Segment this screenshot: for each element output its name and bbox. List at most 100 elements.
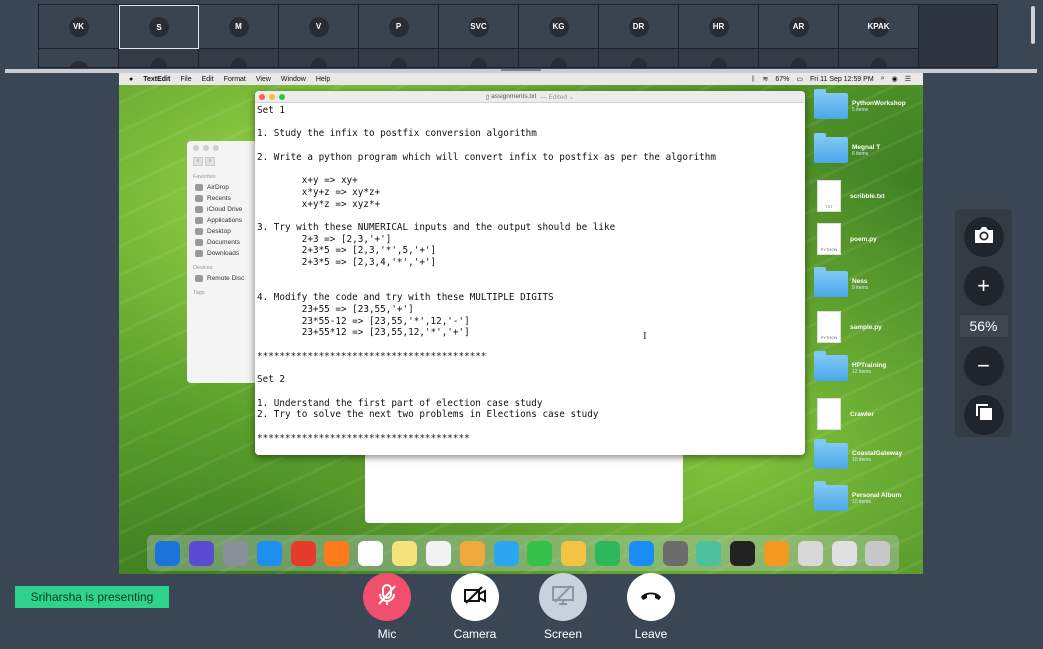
- applications-icon: [195, 217, 203, 224]
- dock-app-icon: [662, 540, 688, 566]
- dock-app-icon: [290, 540, 316, 566]
- background-document-window: [365, 453, 683, 523]
- screen-control[interactable]: Screen: [523, 573, 603, 641]
- desktop-item-label: poem.py: [850, 235, 877, 243]
- dock-app-icon: [628, 540, 654, 566]
- dock-app-icon: [223, 540, 249, 566]
- forward-icon: ›: [205, 157, 215, 166]
- desktop-item-label: sample.py: [850, 323, 882, 331]
- zoom-in-button[interactable]: +: [963, 266, 1004, 306]
- folder-icon: [814, 481, 848, 511]
- desktop-item-label: HPTraining: [852, 361, 887, 369]
- desktop-item-count: 9 items: [852, 284, 869, 291]
- participant-tile-next-row[interactable]: [679, 49, 759, 67]
- file-icon: PYTHON: [817, 223, 841, 255]
- desktop-item-count: 10 items: [852, 498, 871, 505]
- dock-app-icon: [425, 540, 451, 566]
- battery-icon: ▭: [796, 76, 803, 83]
- battery-percent: 67%: [775, 75, 790, 83]
- textedit-titlebar: ▯ assignments.txt — Edited ⌄: [255, 91, 805, 103]
- participant-tile-next-row[interactable]: [519, 49, 599, 67]
- screen-share-off-icon: [551, 584, 575, 610]
- screen-share-button[interactable]: [539, 573, 587, 621]
- textedit-window: ▯ assignments.txt — Edited ⌄ Set 1 1. St…: [255, 91, 805, 455]
- dock-app-icon: [324, 540, 350, 566]
- menu-help: Help: [315, 75, 331, 83]
- participant-avatar: HR: [708, 16, 729, 37]
- screen-label: Screen: [543, 627, 583, 641]
- bluetooth-icon: ᛒ: [751, 75, 756, 83]
- participant-tile-next-row[interactable]: [599, 49, 679, 67]
- mic-control[interactable]: Mic: [347, 573, 427, 641]
- desktop-item: CoastalGateway 10 items: [814, 439, 903, 469]
- mac-dock: [147, 535, 899, 571]
- back-icon: ‹: [193, 157, 203, 166]
- dock-app-icon: [189, 540, 215, 566]
- documents-icon: [195, 239, 203, 246]
- call-controls: Mic Camera Screen Leave: [0, 572, 1043, 649]
- participant-strip-scrollbar[interactable]: [1031, 6, 1035, 44]
- fit-screen-button[interactable]: [963, 395, 1004, 435]
- document-edited-state: — Edited ⌄: [540, 93, 575, 101]
- participant-tile[interactable]: A: [39, 49, 119, 67]
- wifi-icon: ≋: [762, 76, 769, 83]
- participant-tile[interactable]: M: [199, 5, 279, 49]
- participant-tile-next-row[interactable]: [119, 49, 199, 67]
- screenshot-button[interactable]: [963, 217, 1004, 257]
- desktop-item-label: CoastalGateway: [852, 449, 903, 457]
- participant-tile[interactable]: KG: [519, 5, 599, 49]
- participant-tile-next-row[interactable]: [439, 49, 519, 67]
- text-cursor-icon: I: [643, 330, 647, 342]
- participant-avatar: [310, 57, 327, 67]
- camera-control[interactable]: Camera: [435, 573, 515, 641]
- participant-avatar: V: [308, 16, 329, 37]
- participant-tile[interactable]: V: [279, 5, 359, 49]
- zoom-level: 56%: [959, 315, 1008, 337]
- participant-tile[interactable]: SVC: [439, 5, 519, 49]
- leave-control[interactable]: Leave: [611, 573, 691, 641]
- copy-layers-icon: [974, 402, 994, 428]
- dock-app-icon: [594, 540, 620, 566]
- window-minimize-icon: [269, 94, 275, 100]
- desktop-item-label: Crawler: [850, 410, 874, 418]
- participant-avatar: AR: [788, 16, 809, 37]
- camera-icon: [973, 224, 995, 250]
- participant-tile[interactable]: AR: [759, 5, 839, 49]
- dock-app-icon: [865, 540, 891, 566]
- participant-tile[interactable]: S: [119, 5, 199, 49]
- participant-tile[interactable]: KPAK: [839, 5, 919, 49]
- leave-button[interactable]: [627, 573, 675, 621]
- participant-tile-next-row[interactable]: [839, 49, 919, 67]
- window-close-icon: [259, 94, 265, 100]
- desktop-item-label: PythonWorkshop: [852, 99, 906, 107]
- participant-tile[interactable]: DR: [599, 5, 679, 49]
- participant-avatar: KG: [548, 16, 569, 37]
- camera-button[interactable]: [451, 573, 499, 621]
- participant-tile-next-row[interactable]: [759, 49, 839, 67]
- menu-view: View: [255, 75, 271, 83]
- finder-minimize-icon: [203, 145, 209, 151]
- notification-center-icon: ☰: [904, 76, 911, 83]
- mic-button[interactable]: [363, 573, 411, 621]
- window-zoom-icon: [279, 94, 285, 100]
- file-icon: [817, 398, 841, 430]
- menu-format: Format: [223, 75, 246, 83]
- dock-app-icon: [493, 540, 519, 566]
- participant-tile-next-row[interactable]: [199, 49, 279, 67]
- folder-icon: [814, 133, 848, 163]
- dock-app-icon: [392, 540, 418, 566]
- participant-tile[interactable]: P: [359, 5, 439, 49]
- desktop-item: Personal Album 10 items: [814, 481, 901, 511]
- participant-tile[interactable]: HR: [679, 5, 759, 49]
- desktop-item-label: scribble.txt: [850, 192, 885, 200]
- desktop-item: Megnal T6 items: [814, 133, 880, 163]
- participant-tile[interactable]: VK: [39, 5, 119, 49]
- participant-avatar: [870, 57, 887, 67]
- participant-tile-next-row[interactable]: [279, 49, 359, 67]
- zoom-out-button[interactable]: −: [963, 346, 1004, 386]
- document-text: Set 1 1. Study the infix to postfix conv…: [257, 105, 716, 444]
- participant-tile-next-row[interactable]: [359, 49, 439, 67]
- strip-resize-handle[interactable]: [501, 69, 541, 71]
- dock-app-icon: [797, 540, 823, 566]
- disc-icon: [195, 275, 203, 282]
